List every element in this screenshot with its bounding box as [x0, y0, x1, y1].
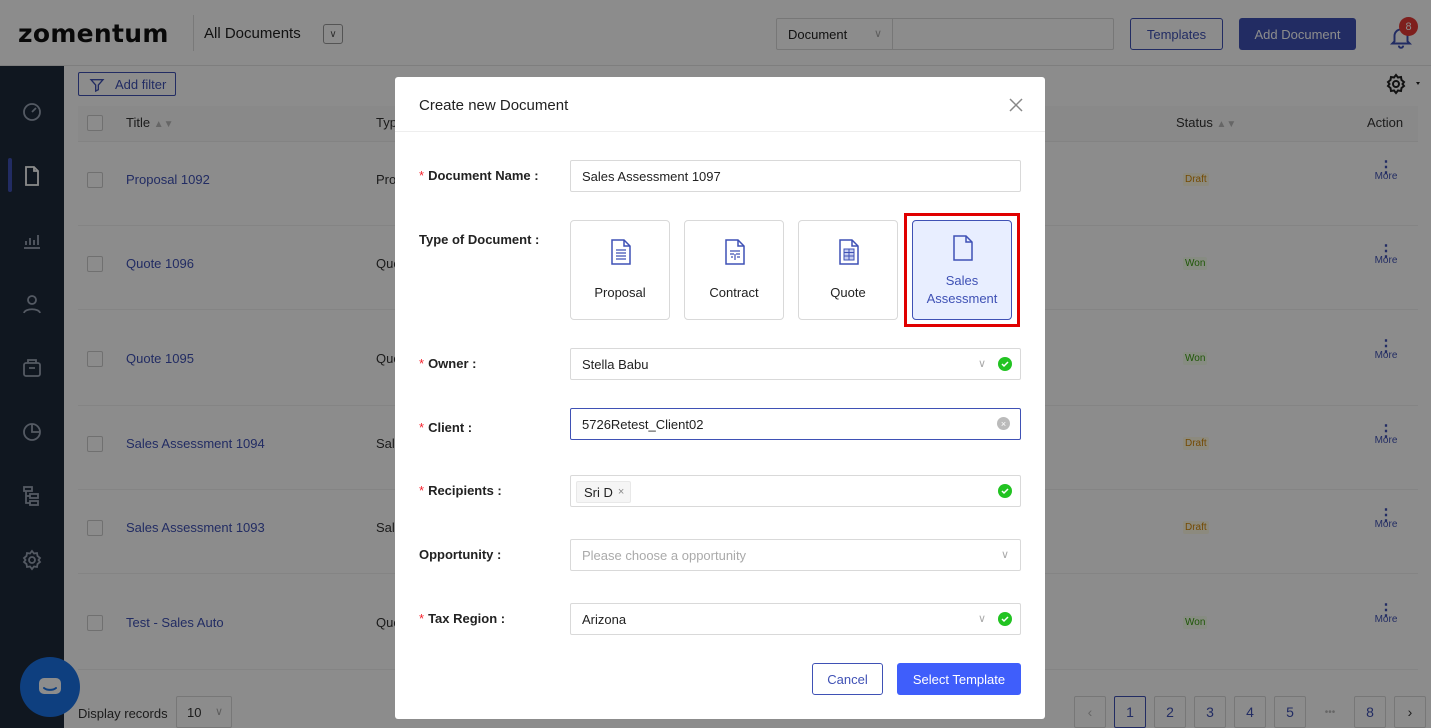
chevron-down-icon: ∨ — [977, 613, 986, 625]
chevron-down-icon: ∨ — [977, 358, 986, 370]
contract-doc-icon — [725, 239, 745, 265]
modal-header: Create new Document — [395, 77, 1045, 132]
document-name-input[interactable]: Sales Assessment 1097 — [570, 160, 1021, 192]
selection-highlight — [904, 213, 1020, 327]
modal-title: Create new Document — [419, 97, 569, 114]
check-circle-icon — [998, 357, 1012, 371]
check-circle-icon — [998, 484, 1012, 498]
recipients-label: * Recipients : — [419, 483, 502, 498]
type-card-contract[interactable]: Contract — [684, 220, 784, 320]
recipient-tag: Sri D × — [576, 481, 632, 503]
type-card-quote[interactable]: Quote — [798, 220, 898, 320]
type-card-label: Contract — [709, 285, 759, 300]
owner-select[interactable]: Stella Babu ∨ — [570, 348, 1021, 380]
type-card-label: Proposal — [594, 285, 646, 300]
tax-region-label: * Tax Region : — [419, 611, 505, 626]
required-marker: * — [419, 168, 425, 183]
client-label-text: Client : — [428, 420, 473, 435]
recipients-label-text: Recipients : — [428, 483, 502, 498]
chevron-down-icon: ∨ — [1000, 549, 1009, 561]
tax-region-select[interactable]: Arizona ∨ — [570, 603, 1021, 635]
select-template-button[interactable]: Select Template — [897, 663, 1021, 695]
document-name-label-text: Document Name : — [428, 168, 539, 183]
type-card-proposal[interactable]: Proposal — [570, 220, 670, 320]
owner-value: Stella Babu — [582, 357, 649, 372]
recipient-tag-label: Sri D — [584, 484, 613, 500]
cancel-button[interactable]: Cancel — [812, 663, 883, 695]
opportunity-select[interactable]: Please choose a opportunity ∨ — [570, 539, 1021, 571]
required-marker: * — [419, 483, 425, 498]
client-label: * Client : — [419, 420, 472, 435]
create-document-modal: Create new Document * Document Name : Sal… — [395, 77, 1045, 719]
check-circle-icon — [998, 612, 1012, 626]
document-name-label: * Document Name : — [419, 168, 539, 183]
owner-label-text: Owner : — [428, 356, 477, 371]
close-icon[interactable]: × — [618, 486, 624, 498]
owner-label: * Owner : — [419, 356, 476, 371]
required-marker: * — [419, 420, 425, 435]
client-select[interactable]: 5726Retest_Client02 × — [570, 408, 1021, 440]
required-marker: * — [419, 356, 425, 371]
quote-doc-icon — [839, 239, 859, 265]
client-value: 5726Retest_Client02 — [582, 417, 704, 432]
recipients-select[interactable]: Sri D × — [570, 475, 1021, 507]
close-icon[interactable] — [1008, 97, 1024, 113]
required-marker: * — [419, 611, 425, 626]
clear-icon[interactable]: × — [997, 417, 1010, 430]
proposal-doc-icon — [611, 239, 631, 265]
opportunity-placeholder: Please choose a opportunity — [582, 548, 747, 563]
type-card-label: Quote — [830, 285, 866, 300]
tax-region-value: Arizona — [582, 612, 627, 627]
tax-region-label-text: Tax Region : — [428, 611, 506, 626]
opportunity-label: Opportunity : — [419, 547, 502, 562]
type-of-document-label: Type of Document : — [419, 232, 540, 247]
